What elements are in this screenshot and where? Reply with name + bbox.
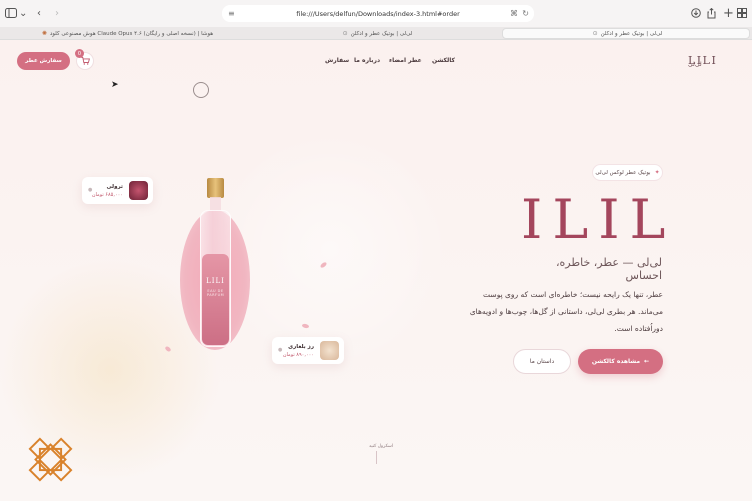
product-name: ترولی	[106, 184, 123, 190]
tab-title: لی‌لی | بوتیک عطر و ادکلن	[350, 30, 413, 37]
petal	[319, 261, 328, 269]
sidebar-icon[interactable]	[5, 6, 17, 20]
order-perfume-button[interactable]: سفارش عطر	[17, 52, 70, 70]
tab-lili-2[interactable]: ⊙ لی‌لی | بوتیک عطر و ادکلن	[502, 28, 750, 39]
product-card-truli[interactable]: ترولی ۶۸۵,۰۰۰ تومان ●	[82, 177, 153, 204]
scroll-line	[376, 451, 377, 464]
mouse-cursor-icon: ➤	[111, 80, 119, 90]
new-tab-icon[interactable]: +	[723, 6, 734, 21]
product-price: ۸۹۰,۰۰۰ تومان	[282, 352, 314, 358]
forward-icon[interactable]: ›	[55, 6, 59, 20]
product-card-bulgarian-rose[interactable]: رز بلغاری ۸۹۰,۰۰۰ تومان ●	[272, 337, 344, 364]
address-bar[interactable]: ≡ file:///Users/delfun/Downloads/index-3…	[222, 5, 534, 22]
nav-link-order[interactable]: سفارش	[325, 57, 349, 64]
view-collection-button[interactable]: مشاهده کالکشن ←	[578, 349, 663, 374]
bottle-sublabel: EAU DE PARFUM	[206, 289, 225, 297]
arrow-left-icon: ←	[644, 358, 650, 365]
share-icon[interactable]	[707, 6, 716, 20]
tab-title: هوش مصنوعی کلود Claude Opus ۴.۶ (نسخه اص…	[49, 30, 214, 37]
our-story-button[interactable]: داستان ما	[513, 349, 571, 374]
hero-description: عطر، تنها یک رایحه نیست؛ خاطره‌ای است که…	[469, 290, 663, 333]
product-thumbnail	[129, 181, 148, 200]
tab-lili-1[interactable]: ⊙ لی‌لی | بوتیک عطر و ادکلن	[252, 28, 500, 39]
page: LILI لی‌لی کالکشن عطر امضاء درباره ما سف…	[0, 40, 752, 501]
bottle-neck	[210, 197, 221, 211]
bottle-cap	[207, 178, 224, 198]
dot-icon: ●	[88, 187, 93, 193]
scroll-hint: اسکرول کنید	[369, 444, 394, 449]
tab-title: لی‌لی | بوتیک عطر و ادکلن	[600, 30, 663, 37]
page-favicon-icon: ⊙	[592, 30, 598, 37]
nav-link-about[interactable]: درباره ما	[354, 57, 380, 64]
hoosha-favicon-icon: ✺	[41, 30, 47, 37]
tab-hoosha[interactable]: ✺ هوش مصنوعی کلود Claude Opus ۴.۶ (نسخه …	[2, 28, 250, 39]
hero-title: ILIL	[521, 188, 676, 251]
reload-icon[interactable]: ↻	[522, 9, 529, 18]
cursor-ring	[193, 82, 209, 98]
product-price: ۶۸۵,۰۰۰ تومان	[91, 192, 123, 198]
petal	[164, 345, 172, 353]
download-icon[interactable]	[691, 6, 701, 20]
bottle-liquid	[202, 254, 229, 345]
cart-count-badge: 0	[75, 49, 84, 58]
badge-text: بوتیک عطر لوکس لی‌لی	[595, 169, 651, 176]
nav-link-signature[interactable]: عطر امضاء	[389, 57, 422, 64]
product-thumbnail	[320, 341, 339, 360]
dot-icon: ●	[278, 347, 283, 353]
cart-icon	[81, 57, 90, 65]
bottle-label: LILI	[206, 277, 225, 285]
back-icon[interactable]: ‹	[37, 6, 41, 20]
nav-link-collection[interactable]: کالکشن	[432, 57, 455, 64]
browser-toolbar: ⌄ ‹ › ≡ file:///Users/delfun/Downloads/i…	[0, 0, 752, 27]
ornament-icon	[28, 437, 73, 482]
tab-bar: ✺ هوش مصنوعی کلود Claude Opus ۴.۶ (نسخه …	[0, 27, 752, 40]
tab-overview-icon[interactable]	[737, 6, 747, 20]
url-text: file:///Users/delfun/Downloads/index-3.h…	[296, 9, 460, 18]
hero-tagline: لی‌لی — عطر، خاطره، احساس	[555, 256, 662, 282]
chevron-down-icon[interactable]: ⌄	[19, 6, 27, 20]
sparkle-icon: ✦	[654, 169, 660, 176]
reader-icon[interactable]: ≡	[228, 9, 235, 18]
hero-badge: بوتیک عطر لوکس لی‌لی ✦	[592, 164, 663, 181]
translate-icon[interactable]: ⌘	[510, 9, 518, 18]
cta-label: مشاهده کالکشن	[591, 358, 641, 365]
page-favicon-icon: ⊙	[342, 30, 348, 37]
petal	[301, 322, 310, 330]
product-name: رز بلغاری	[288, 344, 314, 350]
logo-fa: لی‌لی	[688, 61, 702, 68]
